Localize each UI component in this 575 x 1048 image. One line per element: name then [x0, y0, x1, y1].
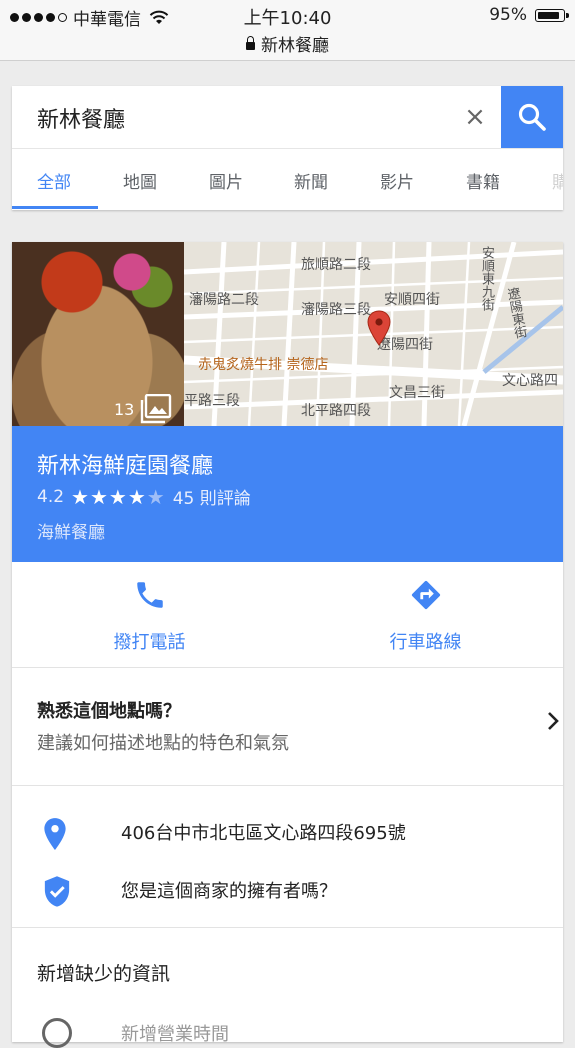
map-label: 文心路四: [502, 373, 558, 389]
search-icon: [518, 103, 546, 131]
place-info: 406台中市北屯區文心路四段695號 您是這個商家的擁有者嗎？: [12, 785, 563, 928]
star-rating: ★★★★★: [71, 485, 166, 509]
status-bar: 中華電信 上午10:40 新林餐廳 95%: [0, 0, 575, 61]
place-card: 13 旅順路二段 瀋陽路二段 瀋陽路三段 安順四街 遼陽四街 平路三段 北平路四…: [12, 242, 563, 1048]
tab-shopping[interactable]: 購: [552, 168, 563, 193]
map-label: 北平路四段: [301, 403, 371, 419]
directions-button[interactable]: 行車路線: [288, 562, 563, 667]
search-input[interactable]: 新林餐廳: [37, 102, 125, 134]
battery-fill: [538, 11, 559, 19]
photo-library-icon: [141, 394, 172, 424]
place-category: 海鮮餐廳: [37, 523, 105, 543]
search-box: 新林餐廳 ×: [12, 86, 563, 149]
map-label: 平路三段: [184, 393, 240, 409]
map-label: 瀋陽路三段: [301, 302, 371, 318]
battery-icon: [535, 8, 569, 22]
directions-icon: [411, 580, 440, 610]
url-bar[interactable]: 新林餐廳: [0, 31, 575, 56]
search-button[interactable]: [501, 86, 563, 148]
tab-news[interactable]: 新聞: [294, 168, 328, 193]
clock-icon: [42, 1018, 72, 1048]
address-text: 406台中市北屯區文心路四段695號: [121, 823, 406, 844]
map-label: 文昌三街: [389, 385, 445, 401]
add-missing-info: 新增缺少的資訊 新增營業時間: [12, 927, 563, 1048]
map-label: 旅順路二段: [301, 257, 371, 273]
phone-icon: [136, 582, 163, 608]
tab-images[interactable]: 圖片: [209, 168, 243, 193]
chevron-right-icon: [547, 711, 559, 737]
map-label: 瀋陽路二段: [189, 292, 259, 308]
star-empty-icon: ★: [146, 484, 166, 509]
verified-shield-icon: [44, 876, 70, 907]
tab-maps[interactable]: 地圖: [123, 168, 157, 193]
battery-percent: 95%: [489, 5, 527, 25]
missing-info-title: 新增缺少的資訊: [37, 963, 171, 985]
address-row[interactable]: 406台中市北屯區文心路四段695號: [12, 809, 563, 859]
tab-books[interactable]: 書籍: [466, 168, 500, 193]
map-preview[interactable]: 旅順路二段 瀋陽路二段 瀋陽路三段 安順四街 遼陽四街 平路三段 北平路四段 文…: [184, 242, 563, 426]
battery-status: 95%: [489, 5, 569, 25]
location-pin-icon: [44, 818, 66, 850]
know-subtitle: 建議如何描述地點的特色和氣氛: [37, 733, 289, 754]
map-poi-label: 赤鬼炙燒牛排 崇德店: [198, 357, 329, 373]
call-button[interactable]: 撥打電話: [12, 562, 287, 667]
map-pin-icon: [367, 310, 391, 346]
photo-count-value: 13: [114, 399, 135, 419]
place-header: 新林海鮮庭園餐廳 4.2 ★★★★★ 45 則評論 海鮮餐廳: [12, 426, 563, 562]
active-tab-indicator: [12, 206, 98, 209]
tab-videos[interactable]: 影片: [380, 168, 414, 193]
star-filled-icon: ★: [127, 484, 147, 509]
url-text: 新林餐廳: [261, 36, 329, 56]
map-label: 安順東九街: [479, 246, 494, 311]
star-filled-icon: ★: [89, 484, 109, 509]
tab-all[interactable]: 全部: [37, 168, 71, 193]
search-card: 新林餐廳 × 全部 地圖 圖片 新聞 影片 書籍 購: [12, 86, 563, 210]
call-label: 撥打電話: [113, 632, 186, 653]
map-label: 安順四街: [384, 292, 440, 308]
lock-icon: [246, 36, 255, 50]
directions-label: 行車路線: [389, 632, 462, 653]
know-this-place[interactable]: 熟悉這個地點嗎？ 建議如何描述地點的特色和氣氛: [12, 667, 563, 786]
action-bar: 撥打電話 行車路線: [12, 562, 563, 668]
rating-value: 4.2: [37, 486, 65, 507]
place-name[interactable]: 新林海鮮庭園餐廳: [37, 448, 213, 480]
search-tabs: 全部 地圖 圖片 新聞 影片 書籍 購: [12, 148, 563, 210]
know-title: 熟悉這個地點嗎？: [37, 701, 181, 722]
rating-row[interactable]: 4.2 ★★★★★ 45 則評論: [37, 484, 251, 510]
star-filled-icon: ★: [71, 484, 90, 509]
star-filled-icon: ★: [108, 484, 128, 509]
photo-count: 13: [114, 394, 172, 424]
owner-prompt: 您是這個商家的擁有者嗎？: [121, 881, 337, 902]
place-photo[interactable]: 13: [12, 242, 184, 426]
clear-search-button[interactable]: ×: [460, 102, 490, 132]
review-count[interactable]: 45 則評論: [173, 484, 251, 509]
claim-business-row[interactable]: 您是這個商家的擁有者嗎？: [12, 867, 563, 917]
